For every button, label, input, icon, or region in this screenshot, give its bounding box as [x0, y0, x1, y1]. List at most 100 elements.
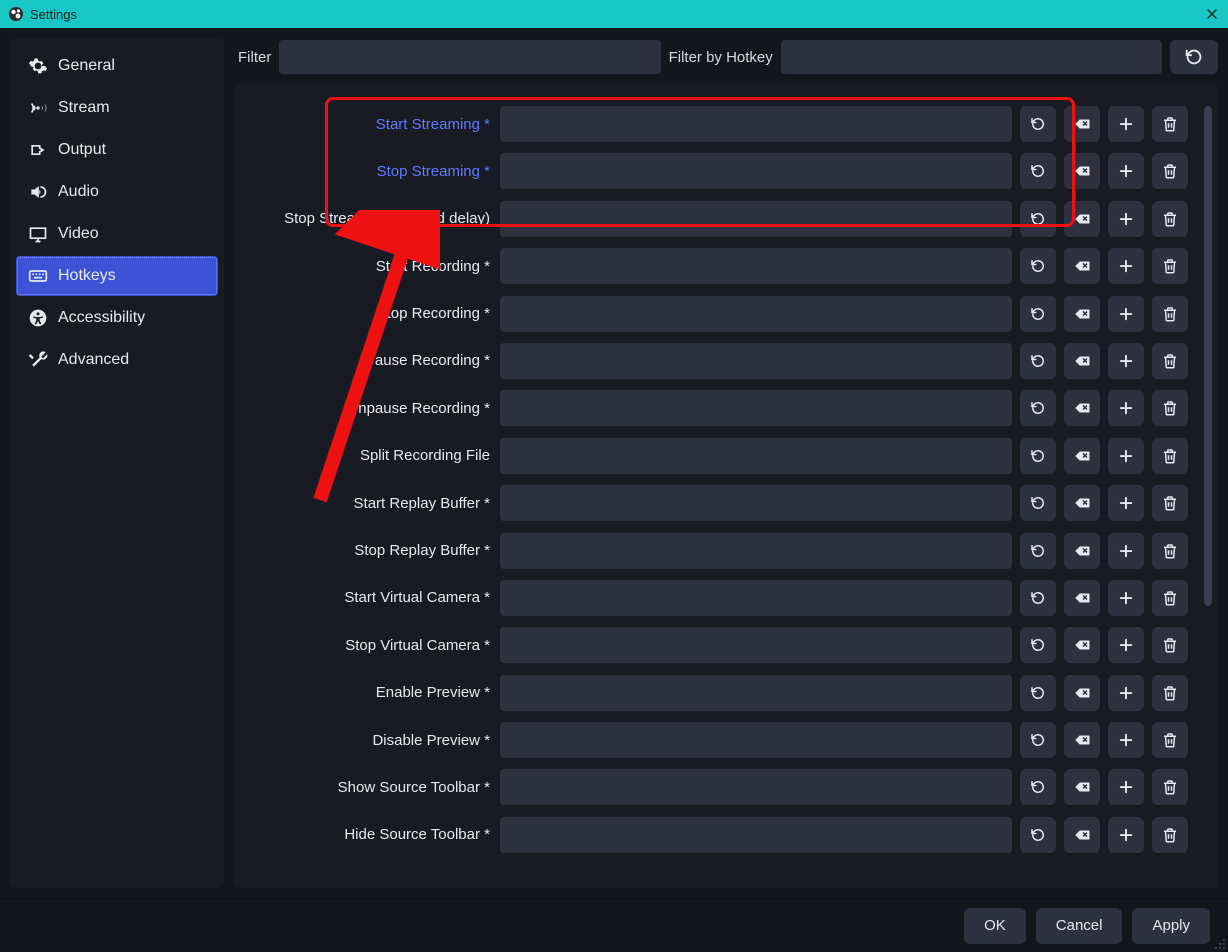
hotkey-add-button[interactable]	[1108, 438, 1144, 474]
hotkey-undo-button[interactable]	[1020, 153, 1056, 189]
hotkey-add-button[interactable]	[1108, 722, 1144, 758]
reset-filters-button[interactable]	[1170, 40, 1218, 74]
hotkey-clear-button[interactable]	[1064, 817, 1100, 853]
hotkey-row: Start Streaming *	[248, 106, 1188, 142]
hotkey-add-button[interactable]	[1108, 627, 1144, 663]
hotkey-clear-button[interactable]	[1064, 296, 1100, 332]
filter-input[interactable]	[279, 40, 660, 74]
hotkey-undo-button[interactable]	[1020, 106, 1056, 142]
sidebar-item-stream[interactable]: Stream	[16, 88, 218, 128]
hotkey-input[interactable]	[500, 769, 1012, 805]
hotkey-row: Start Recording *	[248, 248, 1188, 284]
hotkey-clear-button[interactable]	[1064, 343, 1100, 379]
hotkey-remove-button[interactable]	[1152, 106, 1188, 142]
hotkey-clear-button[interactable]	[1064, 580, 1100, 616]
hotkey-undo-button[interactable]	[1020, 722, 1056, 758]
hotkey-input[interactable]	[500, 106, 1012, 142]
hotkey-clear-button[interactable]	[1064, 627, 1100, 663]
filter-by-hotkey-input[interactable]	[781, 40, 1162, 74]
hotkey-clear-button[interactable]	[1064, 153, 1100, 189]
hotkey-add-button[interactable]	[1108, 675, 1144, 711]
hotkey-clear-button[interactable]	[1064, 201, 1100, 237]
hotkey-clear-button[interactable]	[1064, 248, 1100, 284]
hotkey-clear-button[interactable]	[1064, 438, 1100, 474]
hotkey-add-button[interactable]	[1108, 485, 1144, 521]
hotkey-add-button[interactable]	[1108, 533, 1144, 569]
hotkey-undo-button[interactable]	[1020, 675, 1056, 711]
hotkey-add-button[interactable]	[1108, 817, 1144, 853]
hotkey-clear-button[interactable]	[1064, 485, 1100, 521]
window-close-button[interactable]	[1202, 4, 1222, 24]
hotkey-remove-button[interactable]	[1152, 817, 1188, 853]
hotkey-remove-button[interactable]	[1152, 580, 1188, 616]
hotkey-add-button[interactable]	[1108, 390, 1144, 426]
sidebar-item-audio[interactable]: Audio	[16, 172, 218, 212]
hotkey-undo-button[interactable]	[1020, 485, 1056, 521]
hotkey-remove-button[interactable]	[1152, 485, 1188, 521]
hotkey-input[interactable]	[500, 296, 1012, 332]
hotkey-remove-button[interactable]	[1152, 675, 1188, 711]
hotkey-input[interactable]	[500, 153, 1012, 189]
resize-grip-icon[interactable]	[1212, 936, 1226, 950]
hotkey-add-button[interactable]	[1108, 296, 1144, 332]
cancel-button[interactable]: Cancel	[1036, 908, 1123, 944]
hotkey-input[interactable]	[500, 627, 1012, 663]
hotkey-undo-button[interactable]	[1020, 580, 1056, 616]
hotkey-undo-button[interactable]	[1020, 627, 1056, 663]
hotkey-remove-button[interactable]	[1152, 533, 1188, 569]
hotkey-clear-button[interactable]	[1064, 675, 1100, 711]
hotkey-remove-button[interactable]	[1152, 153, 1188, 189]
hotkey-clear-button[interactable]	[1064, 722, 1100, 758]
hotkey-input[interactable]	[500, 438, 1012, 474]
hotkey-undo-button[interactable]	[1020, 201, 1056, 237]
hotkey-input[interactable]	[500, 580, 1012, 616]
hotkey-remove-button[interactable]	[1152, 769, 1188, 805]
hotkey-input[interactable]	[500, 675, 1012, 711]
hotkey-remove-button[interactable]	[1152, 201, 1188, 237]
hotkey-undo-button[interactable]	[1020, 769, 1056, 805]
hotkey-input[interactable]	[500, 722, 1012, 758]
hotkey-remove-button[interactable]	[1152, 343, 1188, 379]
sidebar-item-output[interactable]: Output	[16, 130, 218, 170]
hotkey-input[interactable]	[500, 343, 1012, 379]
hotkey-add-button[interactable]	[1108, 153, 1144, 189]
hotkey-remove-button[interactable]	[1152, 627, 1188, 663]
hotkey-remove-button[interactable]	[1152, 296, 1188, 332]
hotkey-clear-button[interactable]	[1064, 390, 1100, 426]
hotkey-add-button[interactable]	[1108, 580, 1144, 616]
hotkey-undo-button[interactable]	[1020, 296, 1056, 332]
plus-icon	[1117, 352, 1135, 370]
hotkey-add-button[interactable]	[1108, 248, 1144, 284]
hotkey-remove-button[interactable]	[1152, 390, 1188, 426]
hotkey-input[interactable]	[500, 817, 1012, 853]
hotkey-undo-button[interactable]	[1020, 343, 1056, 379]
hotkey-undo-button[interactable]	[1020, 817, 1056, 853]
ok-button[interactable]: OK	[964, 908, 1026, 944]
sidebar-item-accessibility[interactable]: Accessibility	[16, 298, 218, 338]
scrollbar-thumb[interactable]	[1204, 106, 1212, 606]
hotkey-remove-button[interactable]	[1152, 722, 1188, 758]
hotkey-undo-button[interactable]	[1020, 438, 1056, 474]
hotkey-clear-button[interactable]	[1064, 769, 1100, 805]
hotkey-add-button[interactable]	[1108, 769, 1144, 805]
hotkey-clear-button[interactable]	[1064, 106, 1100, 142]
hotkey-clear-button[interactable]	[1064, 533, 1100, 569]
hotkey-undo-button[interactable]	[1020, 390, 1056, 426]
hotkey-input[interactable]	[500, 485, 1012, 521]
hotkey-add-button[interactable]	[1108, 343, 1144, 379]
hotkey-undo-button[interactable]	[1020, 248, 1056, 284]
sidebar-item-video[interactable]: Video	[16, 214, 218, 254]
hotkey-add-button[interactable]	[1108, 201, 1144, 237]
hotkey-remove-button[interactable]	[1152, 248, 1188, 284]
sidebar-item-advanced[interactable]: Advanced	[16, 340, 218, 380]
hotkey-remove-button[interactable]	[1152, 438, 1188, 474]
hotkey-add-button[interactable]	[1108, 106, 1144, 142]
sidebar-item-general[interactable]: General	[16, 46, 218, 86]
apply-button[interactable]: Apply	[1132, 908, 1210, 944]
hotkey-input[interactable]	[500, 201, 1012, 237]
hotkey-input[interactable]	[500, 533, 1012, 569]
hotkey-input[interactable]	[500, 390, 1012, 426]
sidebar-item-hotkeys[interactable]: Hotkeys	[16, 256, 218, 296]
hotkey-undo-button[interactable]	[1020, 533, 1056, 569]
hotkey-input[interactable]	[500, 248, 1012, 284]
